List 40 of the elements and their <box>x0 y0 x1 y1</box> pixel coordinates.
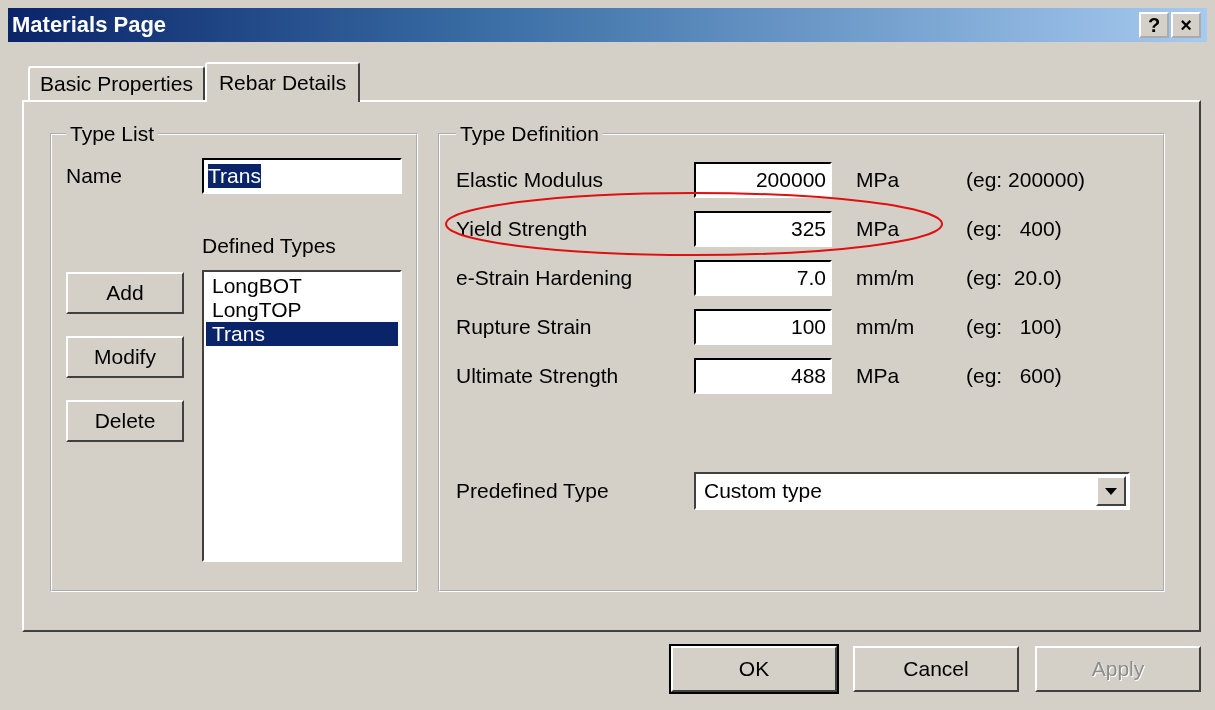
predefined-type-label: Predefined Type <box>456 479 610 503</box>
value-field[interactable]: 488 <box>694 358 832 394</box>
group-title: Type List <box>69 122 156 146</box>
close-button[interactable]: × <box>1171 12 1201 38</box>
value-field[interactable]: 325 <box>694 211 832 247</box>
property-label: Rupture Strain <box>456 315 593 339</box>
unit-label: MPa <box>855 364 901 388</box>
property-label: Yield Strength <box>456 217 589 241</box>
name-field[interactable]: Trans <box>202 158 402 194</box>
example-label: (eg: 100) <box>966 315 1062 339</box>
value-field[interactable]: 7.0 <box>694 260 832 296</box>
list-item[interactable]: Trans <box>206 322 398 346</box>
example-label: (eg: 600) <box>966 364 1062 388</box>
action-button[interactable]: Modify <box>66 336 184 378</box>
tab[interactable]: Basic Properties <box>28 66 205 100</box>
dialog-button[interactable]: Cancel <box>853 646 1019 692</box>
unit-label: MPa <box>855 217 901 241</box>
predefined-type-dropdown[interactable]: Custom type <box>694 472 1130 510</box>
window-title: Materials Page <box>12 12 167 38</box>
help-button[interactable]: ? <box>1139 12 1169 38</box>
property-label: Elastic Modulus <box>456 168 605 192</box>
dialog-button[interactable]: OK <box>671 646 837 692</box>
example-label: (eg: 200000) <box>966 168 1086 192</box>
example-label: (eg: 20.0) <box>966 266 1062 290</box>
unit-label: mm/m <box>855 315 916 339</box>
unit-label: MPa <box>855 168 901 192</box>
unit-label: mm/m <box>855 266 916 290</box>
name-label: Name <box>66 164 124 188</box>
property-label: e-Strain Hardening <box>456 266 634 290</box>
example-label: (eg: 400) <box>966 217 1062 241</box>
value-field[interactable]: 200000 <box>694 162 832 198</box>
value-field[interactable]: 100 <box>694 309 832 345</box>
action-button[interactable]: Delete <box>66 400 184 442</box>
action-button[interactable]: Add <box>66 272 184 314</box>
group-title: Type Definition <box>459 122 600 146</box>
property-label: Ultimate Strength <box>456 364 620 388</box>
defined-types-label: Defined Types <box>202 234 337 258</box>
tab[interactable]: Rebar Details <box>204 62 361 102</box>
list-item[interactable]: LongBOT <box>206 274 398 298</box>
list-item[interactable]: LongTOP <box>206 298 398 322</box>
